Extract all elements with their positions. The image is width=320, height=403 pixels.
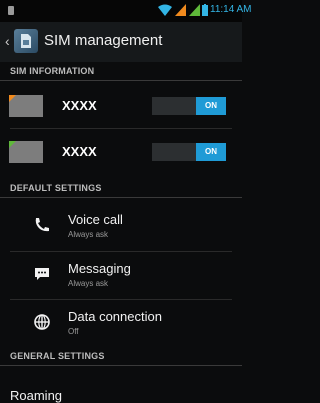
sim-card-icon [21,34,31,48]
sim-row-2[interactable]: XXXX ON [0,130,242,174]
message-icon [35,268,49,280]
setting-data-connection[interactable]: Data connection Off [0,300,242,348]
sim-card-icon [9,95,43,117]
setting-title: Voice call [68,212,123,227]
sim-name: XXXX [62,144,97,159]
section-header-general-settings: GENERAL SETTINGS [0,351,242,367]
sim-name: XXXX [62,98,97,113]
page-title: SIM management [44,32,163,49]
section-divider [0,197,242,198]
row-divider [10,128,232,129]
setting-title: Messaging [68,261,131,276]
setting-messaging[interactable]: Messaging Always ask [0,252,242,300]
section-header-label: SIM INFORMATION [10,66,95,76]
setting-subtitle: Off [68,327,79,336]
phone-icon [35,218,49,232]
signal-sim1-icon [175,4,186,16]
section-header-label: DEFAULT SETTINGS [10,183,102,193]
section-header-sim-information: SIM INFORMATION [0,66,242,82]
setting-title: Data connection [68,309,162,324]
setting-voice-call[interactable]: Voice call Always ask [0,203,242,251]
action-bar: ‹ SIM management [0,22,242,62]
setting-subtitle: Always ask [68,230,109,239]
status-bar: 11:14 AM [0,0,252,22]
sim2-color-marker [9,141,16,148]
section-divider [0,365,242,366]
battery-icon [202,4,208,16]
globe-icon [34,314,50,330]
sim-row-1[interactable]: XXXX ON [0,84,242,128]
section-header-label: GENERAL SETTINGS [10,351,105,361]
sim2-toggle[interactable]: ON [152,143,226,161]
sim1-toggle[interactable]: ON [152,97,226,115]
sim2-toggle-state: ON [196,143,226,161]
signal-sim2-icon [189,4,200,16]
status-clock: 11:14 AM [210,4,252,15]
wifi-icon [158,4,172,16]
sim1-color-marker [9,95,16,102]
sim-management-app-icon[interactable] [14,29,38,53]
setting-subtitle: Always ask [68,279,109,288]
back-caret-icon[interactable]: ‹ [5,34,10,48]
section-header-default-settings: DEFAULT SETTINGS [0,183,242,199]
sim-card-icon [9,141,43,163]
sim1-toggle-state: ON [196,97,226,115]
section-divider [0,80,242,81]
notification-icon [8,6,14,15]
